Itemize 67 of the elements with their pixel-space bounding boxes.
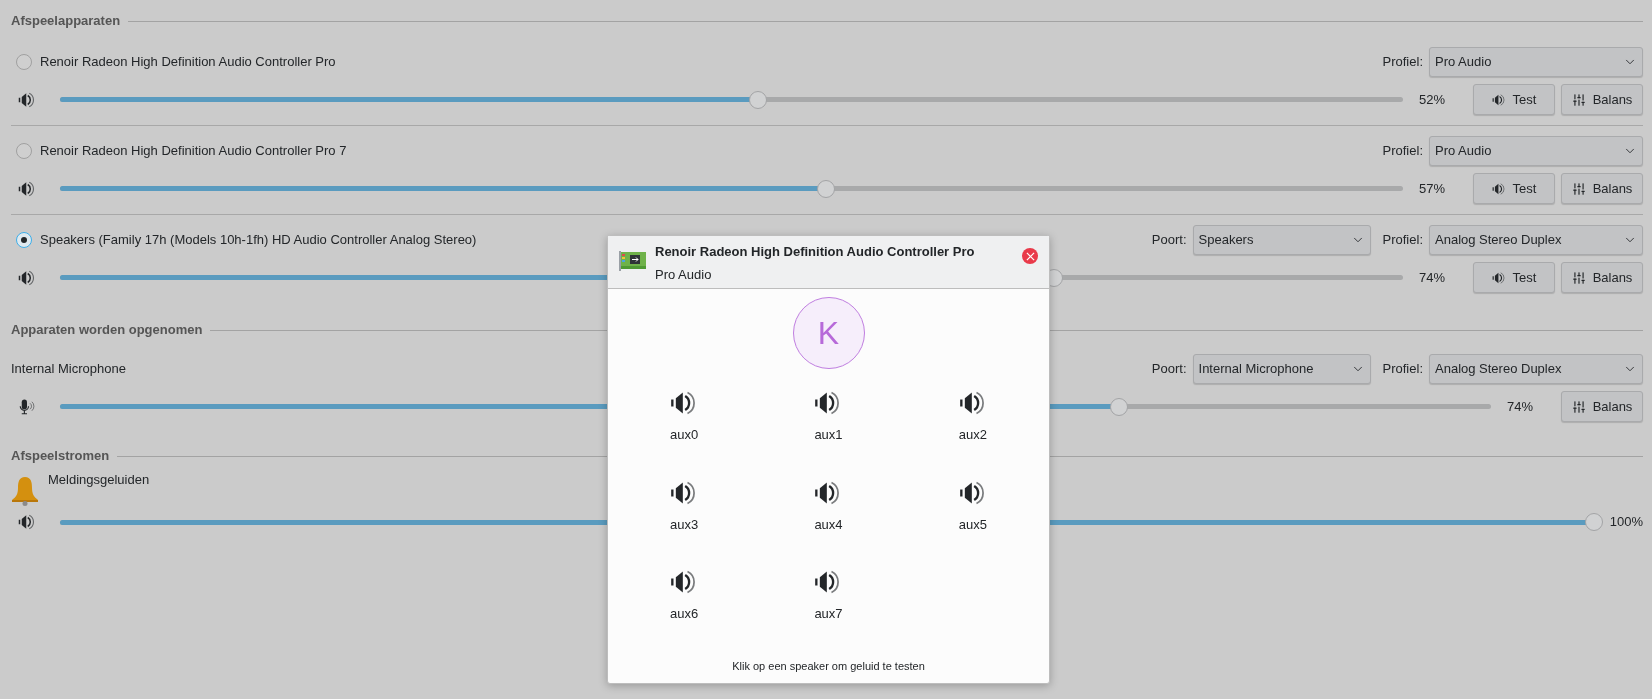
stream-name: Meldingsgeluiden [48, 471, 150, 489]
field-label: Profiel: [1382, 231, 1423, 250]
speaker-test-button[interactable]: aux3 [612, 478, 757, 534]
sliders-icon [1571, 92, 1586, 107]
device-name: Speakers (Family 17h (Models 10h-1fh) HD Audio Controller Analog Stereo) [40, 231, 477, 250]
section-heading: Afspeelapparaten [11, 12, 121, 31]
bell-icon [11, 476, 39, 506]
slider-handle[interactable] [816, 179, 835, 198]
speaker-test-button[interactable]: aux6 [612, 568, 757, 624]
sliders-icon [1571, 399, 1586, 414]
field-label: Poort: [1151, 231, 1187, 250]
speaker-icon [18, 268, 36, 287]
section-heading: Afspeelstromen [11, 447, 110, 466]
volume-percentage: 74% [1506, 397, 1535, 416]
balance-button[interactable]: Balans [1561, 173, 1643, 204]
device-name: Internal Microphone [11, 360, 127, 379]
speaker-icon [1491, 181, 1506, 196]
test-button[interactable]: Test [1473, 262, 1555, 293]
close-icon [1025, 251, 1035, 261]
balance-button[interactable]: Balans [1561, 262, 1643, 293]
test-button[interactable]: Test [1473, 84, 1555, 115]
balance-button[interactable]: Balans [1561, 391, 1643, 422]
close-button[interactable] [1022, 248, 1038, 264]
hint-text: Klik op een speaker om geluid te testen [731, 658, 926, 674]
volume-percentage: 57% [1418, 179, 1447, 198]
speaker-test-button[interactable]: aux4 [756, 478, 901, 534]
speaker-test-button[interactable]: aux7 [756, 568, 901, 624]
dropdown[interactable]: Speakers [1192, 225, 1371, 255]
sound-card-icon [619, 250, 647, 272]
speaker-icon [18, 179, 36, 198]
slider-handle[interactable] [1584, 513, 1603, 531]
device-name: Renoir Radeon High Definition Audio Controller Pro [40, 53, 336, 72]
speaker-icon [1491, 270, 1506, 285]
speaker-icon [958, 389, 987, 417]
speaker-test-button[interactable]: aux2 [900, 389, 1045, 445]
speaker-icon [18, 513, 36, 531]
sliders-icon [1571, 181, 1586, 196]
device-name: Renoir Radeon High Definition Audio Controller Pro 7 [40, 142, 347, 161]
volume-percentage: 100% [1608, 513, 1643, 532]
dropdown[interactable]: Internal Microphone [1192, 354, 1371, 384]
slider-handle[interactable] [1109, 397, 1128, 416]
radio-button[interactable] [16, 54, 32, 70]
dropdown[interactable]: Pro Audio [1429, 47, 1643, 77]
sliders-icon [1571, 270, 1586, 285]
volume-percentage: 74% [1418, 268, 1447, 287]
volume-percentage: 52% [1418, 90, 1447, 109]
field-label: Poort: [1151, 360, 1187, 379]
dialog-title: Renoir Radeon High Definition Audio Controller Pro [655, 243, 976, 261]
dropdown[interactable]: Analog Stereo Duplex [1429, 225, 1643, 255]
radio-button[interactable] [16, 143, 32, 159]
slider-handle[interactable] [749, 90, 768, 109]
microphone-icon [18, 397, 36, 416]
field-label: Profiel: [1382, 53, 1423, 72]
field-label: Profiel: [1382, 360, 1423, 379]
dropdown[interactable]: Pro Audio [1429, 136, 1643, 166]
speaker-icon [18, 90, 36, 109]
speaker-test-button[interactable]: aux5 [900, 478, 1045, 534]
speaker-test-button[interactable]: aux1 [756, 389, 901, 445]
speaker-test-button[interactable]: aux0 [612, 389, 757, 445]
dialog-subtitle: Pro Audio [655, 265, 713, 284]
speaker-icon [1491, 92, 1506, 107]
dropdown[interactable]: Analog Stereo Duplex [1429, 354, 1643, 384]
balance-button[interactable]: Balans [1561, 84, 1643, 115]
radio-button[interactable] [16, 232, 32, 248]
field-label: Profiel: [1382, 142, 1423, 161]
test-button[interactable]: Test [1473, 173, 1555, 204]
section-heading: Apparaten worden opgenomen [11, 321, 203, 340]
